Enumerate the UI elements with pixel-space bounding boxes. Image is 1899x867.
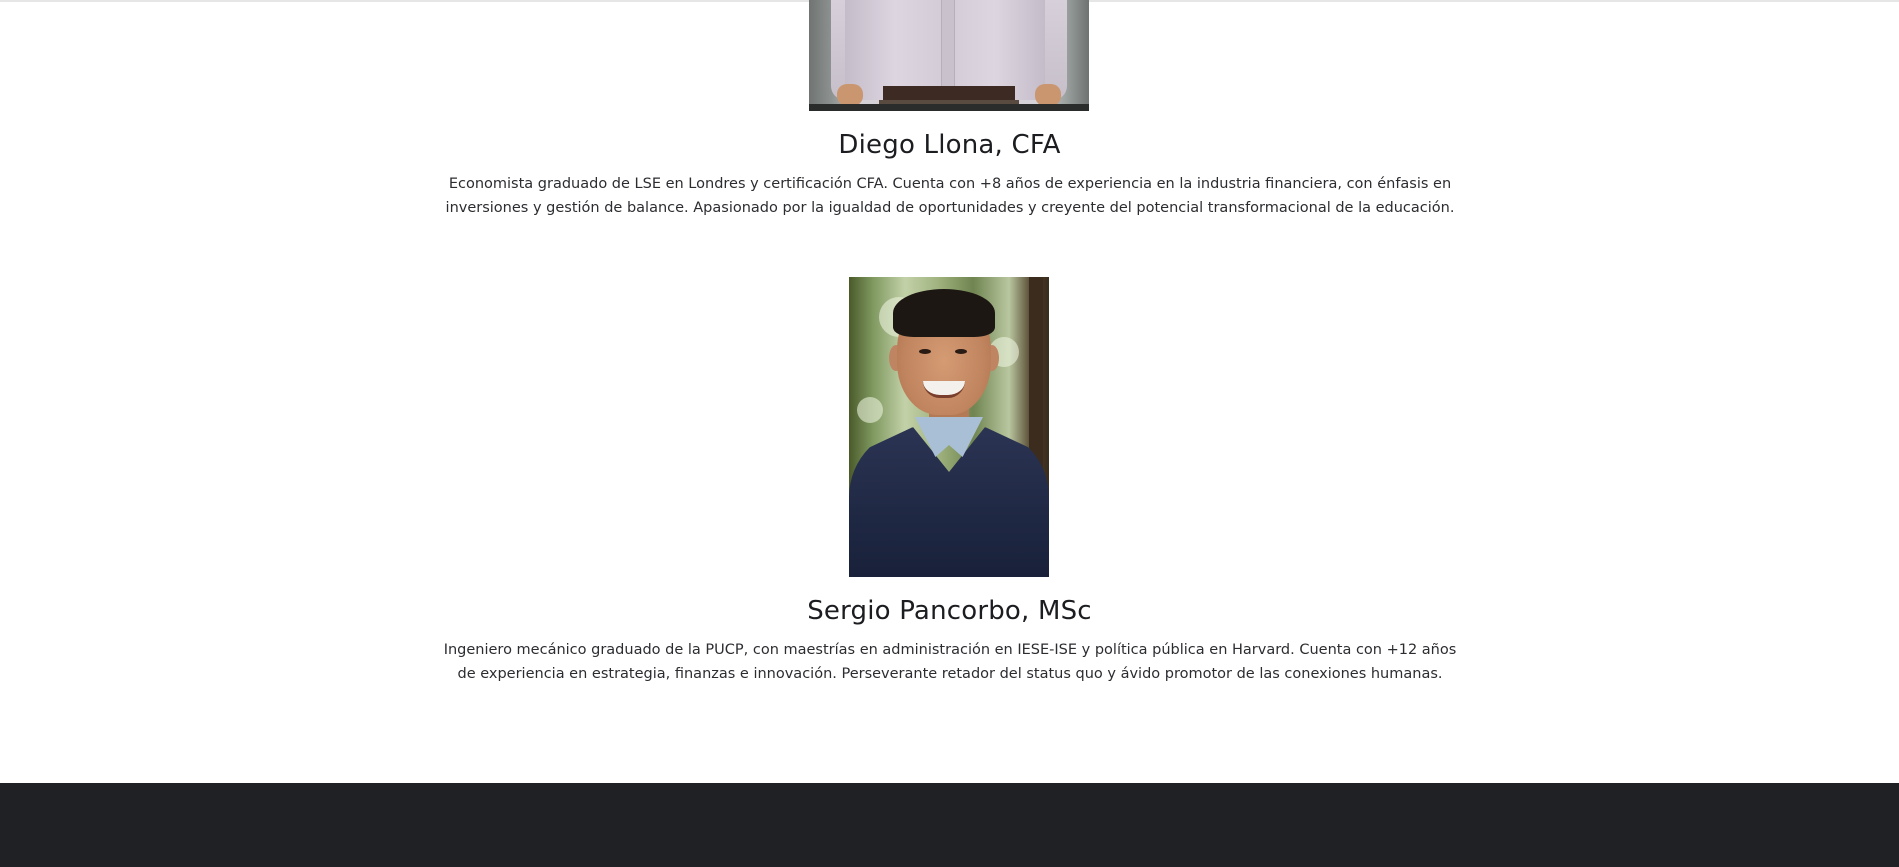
team-member-name: Diego Llona, CFA xyxy=(838,130,1061,160)
team-member-name: Sergio Pancorbo, MSc xyxy=(807,596,1092,626)
team-member-photo xyxy=(809,0,1089,111)
site-footer xyxy=(0,783,1899,867)
team-member-photo xyxy=(849,277,1049,577)
team-member-bio: Ingeniero mecánico graduado de la PUCP, … xyxy=(443,642,1457,682)
team-member-bio: Economista graduado de LSE en Londres y … xyxy=(445,176,1455,216)
